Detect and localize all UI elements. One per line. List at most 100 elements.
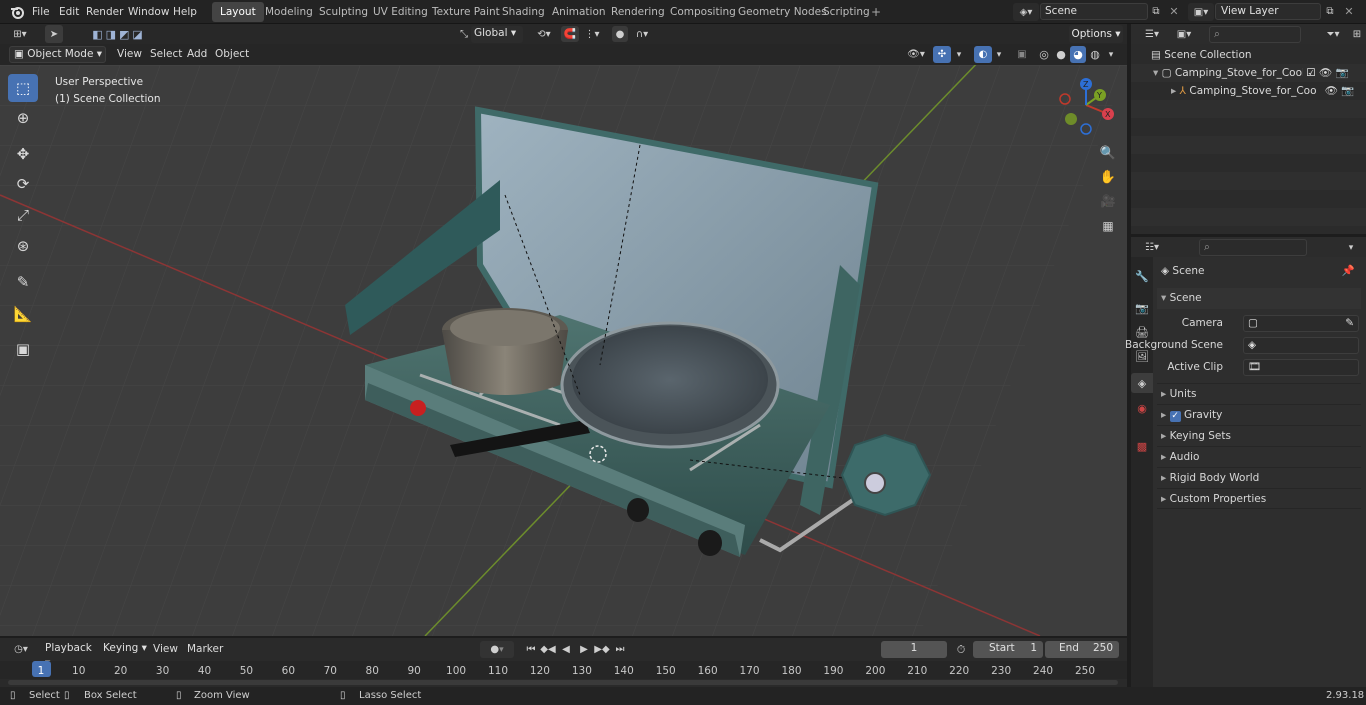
shading-wireframe-icon[interactable]: ◎ xyxy=(1036,46,1052,63)
menu-help[interactable]: Help xyxy=(168,3,202,21)
falloff-icon[interactable]: ∩▾ xyxy=(630,26,654,42)
close-view-layer-icon[interactable]: ✕ xyxy=(1341,3,1357,20)
overlay-toggle-icon[interactable]: ◐ xyxy=(974,46,992,63)
view-layer-selector-icon[interactable]: ▣▾ xyxy=(1188,3,1214,21)
pan-view-icon[interactable]: ✋ xyxy=(1097,166,1119,188)
jump-end-icon[interactable]: ⏭ xyxy=(612,641,628,658)
overlay-dropdown-icon[interactable]: ▾ xyxy=(993,46,1005,63)
world-tab-icon[interactable]: ◉ xyxy=(1133,399,1151,417)
render-tab-icon[interactable]: 📷 xyxy=(1133,299,1151,317)
gravity-panel[interactable]: ▸ ✓ Gravity xyxy=(1157,404,1361,425)
add-cube-tool-icon[interactable]: ▣ xyxy=(8,335,38,363)
menu-render[interactable]: Render xyxy=(81,3,128,21)
timeline-scrollbar[interactable] xyxy=(8,680,1118,685)
audio-panel[interactable]: ▸ Audio xyxy=(1157,446,1361,467)
blender-logo-icon[interactable] xyxy=(8,3,26,21)
play-icon[interactable]: ▶ xyxy=(576,641,592,658)
properties-options-icon[interactable]: ▾ xyxy=(1343,239,1359,256)
selection-mode-icons[interactable]: ◧◨◩◪ xyxy=(77,25,161,43)
copy-scene-icon[interactable]: ⧉ xyxy=(1148,3,1164,20)
editor-type-icon[interactable]: ⊞▾ xyxy=(7,25,33,43)
menu-file[interactable]: File xyxy=(27,3,55,21)
start-frame-field[interactable]: Start 1 xyxy=(973,641,1043,658)
shading-material-icon[interactable]: ◕ xyxy=(1070,46,1086,63)
gizmo-toggle-icon[interactable]: ✣ xyxy=(933,46,951,63)
shading-dropdown-icon[interactable]: ▾ xyxy=(1105,46,1117,63)
active-clip-field[interactable]: 🎞 xyxy=(1243,359,1359,376)
mode-dropdown[interactable]: ▣ Object Mode ▾ xyxy=(9,46,106,63)
gizmo-dropdown-icon[interactable]: ▾ xyxy=(953,46,965,63)
eye-icon[interactable]: 👁 xyxy=(1319,67,1332,79)
outliner-row-child[interactable]: ▸ ⅄ Camping_Stove_for_Coo 👁 📷 xyxy=(1131,82,1366,100)
eye-icon[interactable]: 👁 xyxy=(1325,85,1338,97)
annotate-tool-icon[interactable]: ✎ xyxy=(8,268,38,296)
shading-solid-icon[interactable]: ● xyxy=(1053,46,1069,63)
tab-layout[interactable]: Layout xyxy=(212,2,264,22)
properties-search-input[interactable]: ⌕ xyxy=(1199,239,1307,256)
camera-icon[interactable]: 📷 xyxy=(1341,85,1354,97)
timeline-editor-icon[interactable]: ◷▾ xyxy=(8,641,34,658)
gravity-checkbox-icon[interactable]: ✓ xyxy=(1169,411,1181,422)
rotate-tool-icon[interactable]: ⟳ xyxy=(8,170,38,198)
timeline-menu-view[interactable]: View xyxy=(148,640,183,658)
filter-icon[interactable]: ⏷▾ xyxy=(1321,26,1345,43)
xray-icon[interactable]: ▣ xyxy=(1014,46,1030,63)
zoom-view-icon[interactable]: 🔍 xyxy=(1097,142,1119,164)
cursor-tool-icon[interactable]: ⊕ xyxy=(8,104,38,132)
camera-icon[interactable]: 📷 xyxy=(1336,67,1349,79)
tool-tab-icon[interactable]: 🔧 xyxy=(1133,267,1151,285)
jump-start-icon[interactable]: ⏮ xyxy=(523,641,539,658)
display-mode-icon[interactable]: ▣▾ xyxy=(1171,26,1197,43)
rigid-body-world-panel[interactable]: ▸ Rigid Body World xyxy=(1157,467,1361,488)
options-button[interactable]: Options ▾ xyxy=(1069,25,1123,43)
play-reverse-icon[interactable]: ◀ xyxy=(558,641,574,658)
outliner-editor-icon[interactable]: ☰▾ xyxy=(1139,26,1165,43)
menu-window[interactable]: Window xyxy=(123,3,174,21)
playback-dropdown[interactable]: Playback ▾ xyxy=(40,641,96,669)
viewport-menu-object[interactable]: Object xyxy=(210,45,254,63)
pivot-icon[interactable]: ⟲▾ xyxy=(531,26,557,42)
keying-dropdown[interactable]: Keying ▾ xyxy=(99,641,147,658)
background-scene-field[interactable]: ◈ xyxy=(1243,337,1359,354)
outliner-row-scene-collection[interactable]: ▤ Scene Collection xyxy=(1131,46,1366,64)
view-layer-field[interactable]: View Layer xyxy=(1215,3,1321,20)
texture-tab-icon[interactable]: ▩ xyxy=(1133,437,1151,455)
select-box-tool-icon[interactable]: ⬚ xyxy=(8,74,38,102)
camera-field[interactable]: ▢ ✎ xyxy=(1243,315,1359,332)
viewport-menu-view[interactable]: View xyxy=(112,45,147,63)
end-frame-field[interactable]: End 250 xyxy=(1045,641,1119,658)
record-icon[interactable]: ● ▾ xyxy=(480,641,514,658)
timeline-menu-marker[interactable]: Marker xyxy=(182,640,228,658)
current-frame-field[interactable]: 1 xyxy=(881,641,947,658)
add-workspace-icon[interactable]: + xyxy=(869,4,883,20)
outliner-search-input[interactable]: ⌕ xyxy=(1209,26,1301,43)
new-collection-icon[interactable]: ⊞ xyxy=(1349,26,1365,43)
copy-view-layer-icon[interactable]: ⧉ xyxy=(1322,3,1338,20)
transform-tool-icon[interactable]: ⊛ xyxy=(8,232,38,260)
custom-properties-panel[interactable]: ▸ Custom Properties xyxy=(1157,488,1361,509)
units-panel[interactable]: ▸ Units xyxy=(1157,383,1361,404)
close-scene-icon[interactable]: ✕ xyxy=(1166,3,1182,20)
preview-range-icon[interactable]: ⏱ xyxy=(953,641,969,658)
proportional-edit-icon[interactable]: ● xyxy=(612,26,628,42)
scene-name-field[interactable]: Scene xyxy=(1040,3,1148,20)
pin-icon[interactable]: 📌 xyxy=(1342,261,1355,282)
move-tool-icon[interactable]: ✥ xyxy=(8,140,38,168)
keying-sets-panel[interactable]: ▸ Keying Sets xyxy=(1157,425,1361,446)
prev-keyframe-icon[interactable]: ◆◀ xyxy=(540,641,556,658)
measure-tool-icon[interactable]: 📐 xyxy=(8,300,38,328)
select-tool-icon[interactable]: ➤ xyxy=(45,25,63,43)
viewport-menu-add[interactable]: Add xyxy=(182,45,212,63)
outliner-row-object[interactable]: ▾ ▢ Camping_Stove_for_Cooking_ ☑ 👁 📷 xyxy=(1131,64,1366,82)
scene-tab-icon[interactable]: ◈ xyxy=(1131,373,1153,393)
visibility-icon[interactable]: 👁▾ xyxy=(902,46,930,63)
scale-tool-icon[interactable]: ⤢ xyxy=(8,201,38,229)
shading-rendered-icon[interactable]: ◍ xyxy=(1087,46,1103,63)
checkbox-icon[interactable]: ☑ xyxy=(1306,67,1315,79)
scene-section-header[interactable]: ▾ Scene xyxy=(1157,288,1361,309)
menu-edit[interactable]: Edit xyxy=(54,3,84,21)
snap-icon[interactable]: 🧲 xyxy=(561,26,579,42)
navigation-gizmo[interactable]: X Y Z xyxy=(1058,77,1118,137)
next-keyframe-icon[interactable]: ▶◆ xyxy=(594,641,610,658)
3d-viewport[interactable]: User Perspective (1) Scene Collection X … xyxy=(0,65,1127,636)
